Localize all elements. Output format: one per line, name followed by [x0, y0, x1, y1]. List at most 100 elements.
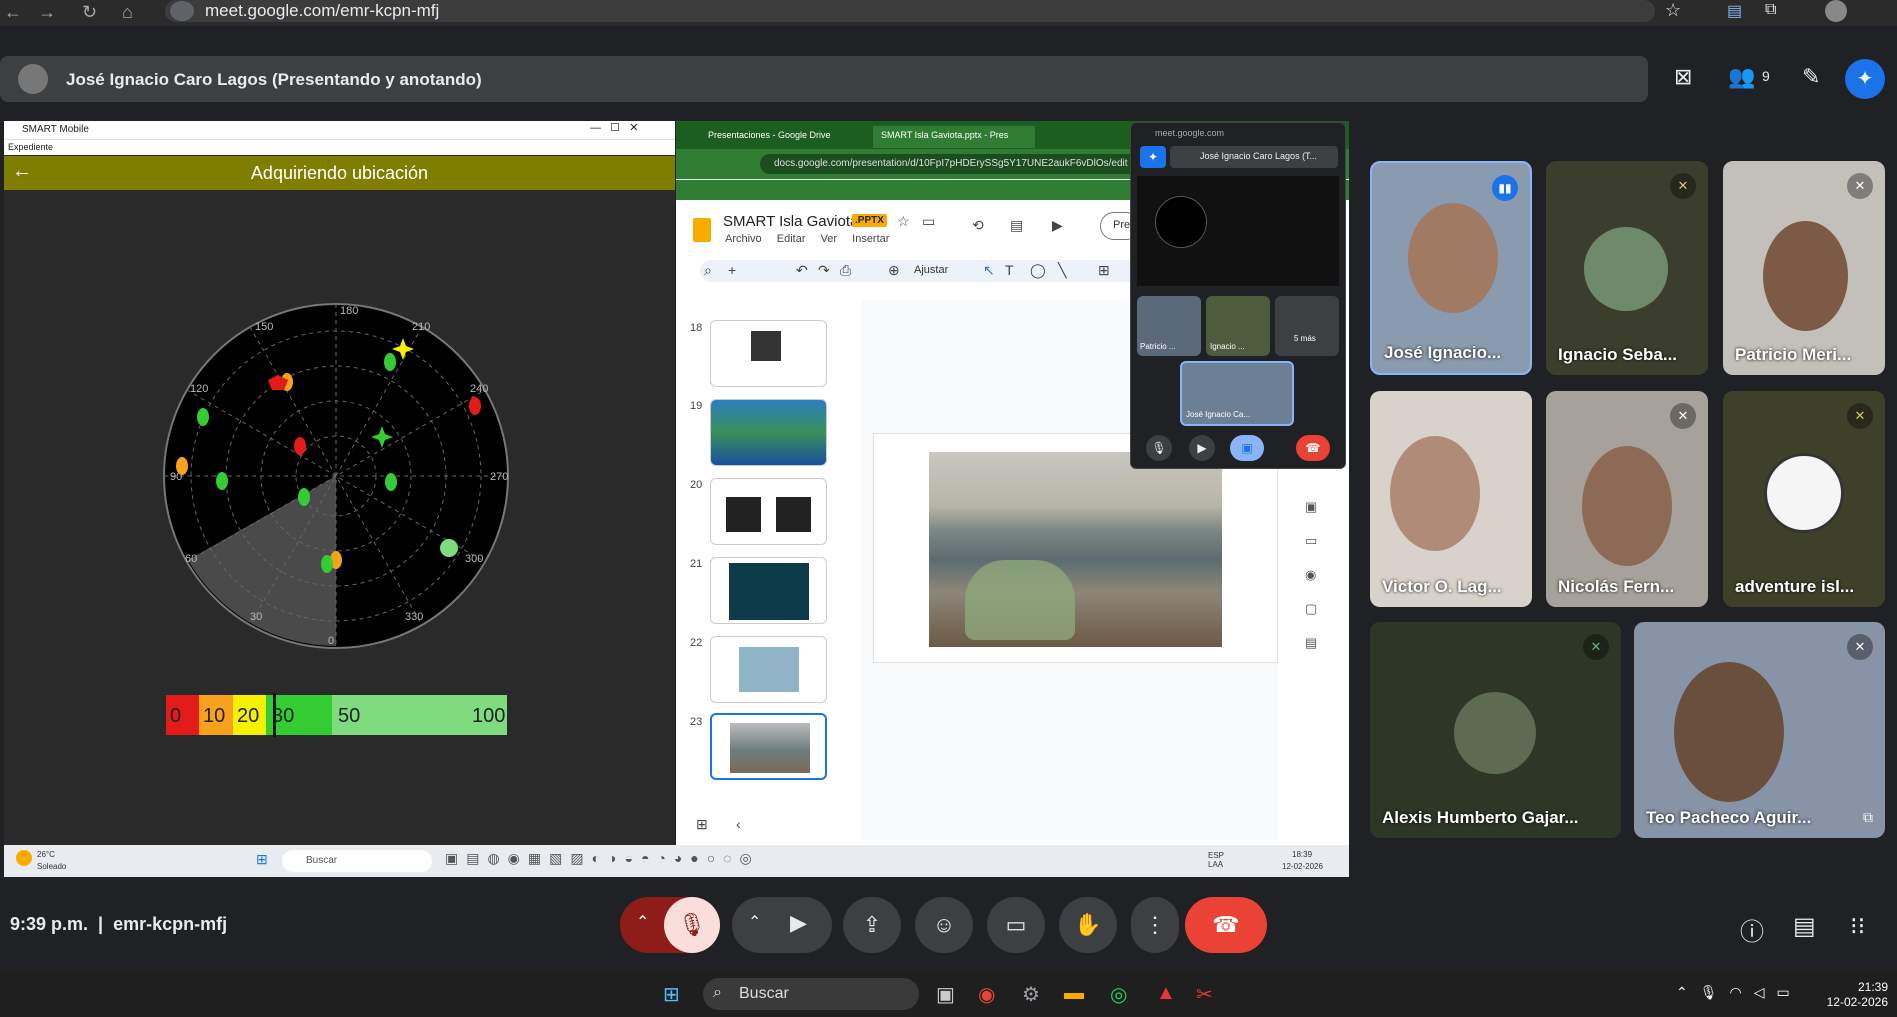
zoom-select[interactable]: Ajustar: [914, 264, 948, 276]
extensions-icon[interactable]: ⧉: [1765, 1, 1776, 19]
annotate-pen-icon[interactable]: ✎: [1802, 64, 1820, 90]
file-explorer-icon[interactable]: ▬: [1064, 982, 1084, 1005]
pip-present-icon[interactable]: ▣: [1230, 435, 1264, 461]
back-icon[interactable]: ←: [4, 2, 22, 23]
chrome-icon[interactable]: ◉: [978, 982, 995, 1007]
settings-icon[interactable]: ⚙: [1022, 982, 1040, 1007]
acrobat-icon[interactable]: ▲: [1156, 982, 1176, 1005]
comments-icon[interactable]: ▤: [1010, 217, 1023, 234]
participant-tile[interactable]: ✕ adventure isl...: [1723, 391, 1885, 607]
star-icon[interactable]: ☆: [897, 213, 910, 230]
emoji-button[interactable]: ☺: [915, 897, 973, 953]
smart-menu[interactable]: Expediente: [4, 139, 675, 155]
side-panel-icons[interactable]: ▣ ▭ ◉ ▢ ▤: [1305, 490, 1317, 660]
zoom-icon[interactable]: ⊕: [888, 262, 900, 279]
satellite-dot: [385, 473, 397, 491]
speaking-indicator-icon: ▮▮: [1492, 175, 1518, 201]
redo-icon[interactable]: ↷: [818, 262, 830, 279]
camera-options-chevron-icon[interactable]: ⌃: [748, 912, 761, 932]
participant-tile[interactable]: ✕ Ignacio Seba...: [1546, 161, 1708, 375]
participant-tile[interactable]: ✕ ⧉ Teo Pacheco Aguir...: [1634, 622, 1885, 838]
window-controls[interactable]: — ☐ ✕: [590, 121, 638, 134]
mic-options-chevron-icon[interactable]: ⌃: [636, 912, 649, 932]
slide-thumb-18[interactable]: [710, 320, 827, 387]
os-search[interactable]: Buscar: [703, 978, 919, 1010]
mic-off-icon: ✕: [1670, 403, 1696, 429]
slide-thumb-22[interactable]: [710, 636, 827, 703]
smart-window-title: SMART Mobile: [4, 121, 675, 139]
snipping-tool-icon[interactable]: ✂: [1196, 982, 1213, 1007]
people-icon[interactable]: 👥: [1728, 64, 1755, 90]
activities-grid-icon[interactable]: ⁝⁝: [1850, 912, 1865, 941]
menu-ver[interactable]: Ver: [821, 233, 838, 245]
compass-label: 210: [412, 321, 430, 333]
participant-name: Teo Pacheco Aguir...: [1646, 808, 1812, 827]
menu-insertar[interactable]: Insertar: [852, 233, 889, 245]
participant-tile[interactable]: Victor O. Lag...: [1370, 391, 1532, 607]
reload-icon[interactable]: ↻: [82, 2, 97, 23]
bookmark-star-icon[interactable]: ☆: [1665, 0, 1681, 21]
info-icon[interactable]: ⓘ: [1740, 912, 1764, 947]
slide-thumb-20[interactable]: [710, 478, 827, 545]
slides-logo-icon: [693, 218, 711, 242]
pip-hangup-icon[interactable]: ☎: [1296, 435, 1330, 461]
taskbar-app-icons[interactable]: ▣▤◍◉▦▧▨◐◑◒◓◔◕●○◌◎: [445, 850, 1165, 872]
tab-drive[interactable]: Presentaciones - Google Drive: [700, 126, 868, 148]
more-options-button[interactable]: ⋮: [1131, 897, 1179, 953]
tab-slides[interactable]: SMART Isla Gaviota.pptx - Pres: [873, 126, 1035, 148]
participant-tile[interactable]: ✕ Patricio Meri...: [1723, 161, 1885, 375]
picture-in-picture-icon[interactable]: ⧉: [1863, 809, 1873, 826]
slide-thumb-23[interactable]: [710, 713, 827, 780]
participant-tile[interactable]: ▮▮ José Ignacio...: [1370, 161, 1532, 375]
start-icon[interactable]: ⊞: [256, 851, 268, 868]
select-cursor-icon[interactable]: ↖: [983, 262, 995, 279]
meet-icon[interactable]: ▶: [1052, 217, 1063, 234]
pip-tile[interactable]: [1275, 296, 1339, 356]
shape-icon[interactable]: ◯: [1030, 262, 1046, 279]
stop-presenting-icon[interactable]: ⊠: [1674, 64, 1692, 90]
hangup-button[interactable]: ☎: [1185, 897, 1267, 953]
pip-gemini-icon[interactable]: ✦: [1140, 146, 1166, 168]
extension-doc-icon[interactable]: ▤: [1727, 1, 1742, 21]
task-view-icon[interactable]: ▣: [936, 982, 955, 1007]
inner-search[interactable]: Buscar: [282, 850, 432, 872]
whatsapp-icon[interactable]: ◎: [1110, 982, 1127, 1007]
comment-add-icon[interactable]: ⊞: [1098, 262, 1110, 279]
mic-off-icon: ✕: [1847, 173, 1873, 199]
os-clock[interactable]: 21:39 12-02-2026: [1808, 980, 1888, 1010]
slide-thumb-21[interactable]: [710, 557, 827, 624]
menu-archivo[interactable]: Archivo: [725, 233, 762, 245]
pip-camera-icon[interactable]: ▶: [1189, 435, 1215, 461]
participant-tile[interactable]: ✕ Nicolás Fern...: [1546, 391, 1708, 607]
camera-icon[interactable]: ▶: [790, 910, 807, 936]
captions-button[interactable]: ▭: [987, 897, 1045, 953]
search-icon[interactable]: ⌕: [704, 262, 712, 279]
home-icon[interactable]: ⌂: [122, 2, 133, 23]
present-screen-button[interactable]: ⇪: [843, 897, 901, 953]
print-icon[interactable]: ⎙: [840, 262, 851, 279]
collapse-icon[interactable]: ‹: [736, 816, 741, 832]
participant-name: Ignacio Seba...: [1558, 345, 1678, 364]
menu-editar[interactable]: Editar: [777, 233, 806, 245]
line-icon[interactable]: ╲: [1058, 262, 1066, 279]
doc-title[interactable]: SMART Isla Gaviota: [723, 213, 858, 230]
participant-tile[interactable]: ✕ Alexis Humberto Gajar...: [1370, 622, 1621, 838]
undo-icon[interactable]: ↶: [796, 262, 808, 279]
mic-off-button[interactable]: 🎙: [664, 897, 720, 953]
move-folder-icon[interactable]: ▭: [922, 213, 935, 230]
textbox-icon[interactable]: T: [1005, 262, 1014, 278]
slides-url[interactable]: docs.google.com/presentation/d/10FpI7pHD…: [760, 154, 1140, 174]
chat-icon[interactable]: ▤: [1793, 912, 1816, 941]
gemini-sparkle-icon[interactable]: ✦: [1845, 59, 1885, 99]
raise-hand-button[interactable]: ✋: [1059, 897, 1117, 953]
pip-mic-icon[interactable]: 🎙: [1146, 435, 1172, 461]
weather-desc: Soleado: [37, 862, 67, 871]
history-icon[interactable]: ⟲: [972, 217, 984, 234]
forward-icon[interactable]: →: [38, 2, 56, 23]
windows-start-icon[interactable]: ⊞: [663, 982, 680, 1007]
system-tray-icons[interactable]: ⌃🎙◠◁▭: [1676, 984, 1802, 1001]
new-slide-icon[interactable]: +: [728, 262, 736, 278]
slide-thumb-19[interactable]: [710, 399, 827, 466]
grid-view-icon[interactable]: ⊞: [696, 816, 708, 833]
profile-avatar[interactable]: [1825, 0, 1847, 22]
